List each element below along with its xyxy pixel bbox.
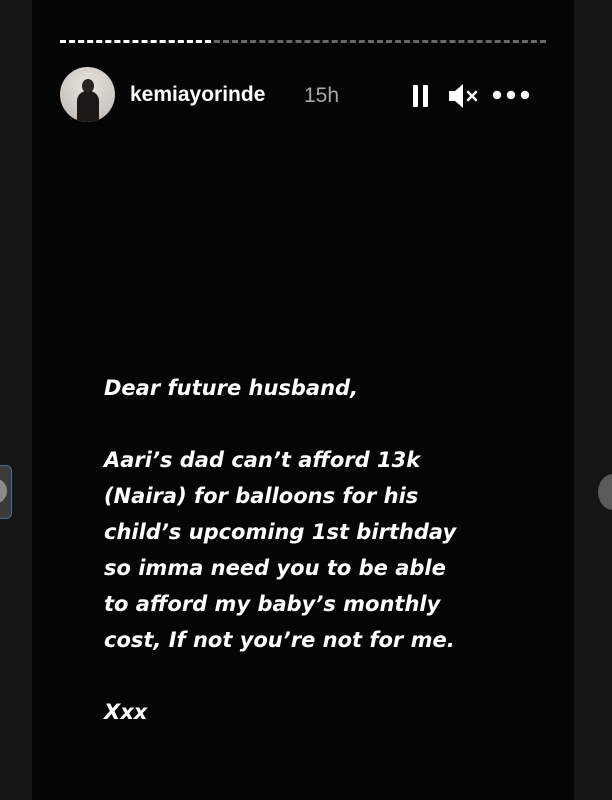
- avatar[interactable]: [60, 67, 115, 122]
- story-progress-fill: [60, 40, 211, 43]
- caption-line: child’s upcoming 1st birthday: [104, 520, 457, 544]
- story-viewer: kemiayorinde 15h Dear future husband, Aa…: [32, 0, 574, 800]
- previous-story-button[interactable]: [0, 465, 12, 519]
- pause-button[interactable]: [410, 84, 432, 108]
- story-progress-bar: [60, 40, 546, 43]
- pause-icon: [413, 85, 428, 107]
- caption-line: Aari’s dad can’t afford 13k: [104, 448, 421, 472]
- story-username[interactable]: kemiayorinde: [130, 82, 265, 108]
- caption-line: so imma need you to be able: [104, 556, 446, 580]
- caption-greeting: Dear future husband,: [104, 376, 359, 400]
- more-options-button[interactable]: [492, 88, 530, 102]
- story-text: Dear future husband, Aari’s dad can’t af…: [104, 370, 534, 730]
- mute-button[interactable]: [447, 83, 479, 109]
- story-timestamp: 15h: [304, 84, 340, 107]
- next-story-button[interactable]: [598, 474, 612, 510]
- caption-signoff: Xxx: [104, 700, 148, 724]
- avatar-figure-body: [77, 91, 99, 122]
- caption-line: (Naira) for balloons for his: [104, 484, 419, 508]
- caption-line: to afford my baby’s monthly: [104, 592, 441, 616]
- more-horizontal-icon: [492, 90, 530, 100]
- speaker-muted-icon: [449, 84, 478, 108]
- chevron-left-icon: [0, 478, 7, 504]
- caption-line: cost, If not you’re not for me.: [104, 628, 455, 652]
